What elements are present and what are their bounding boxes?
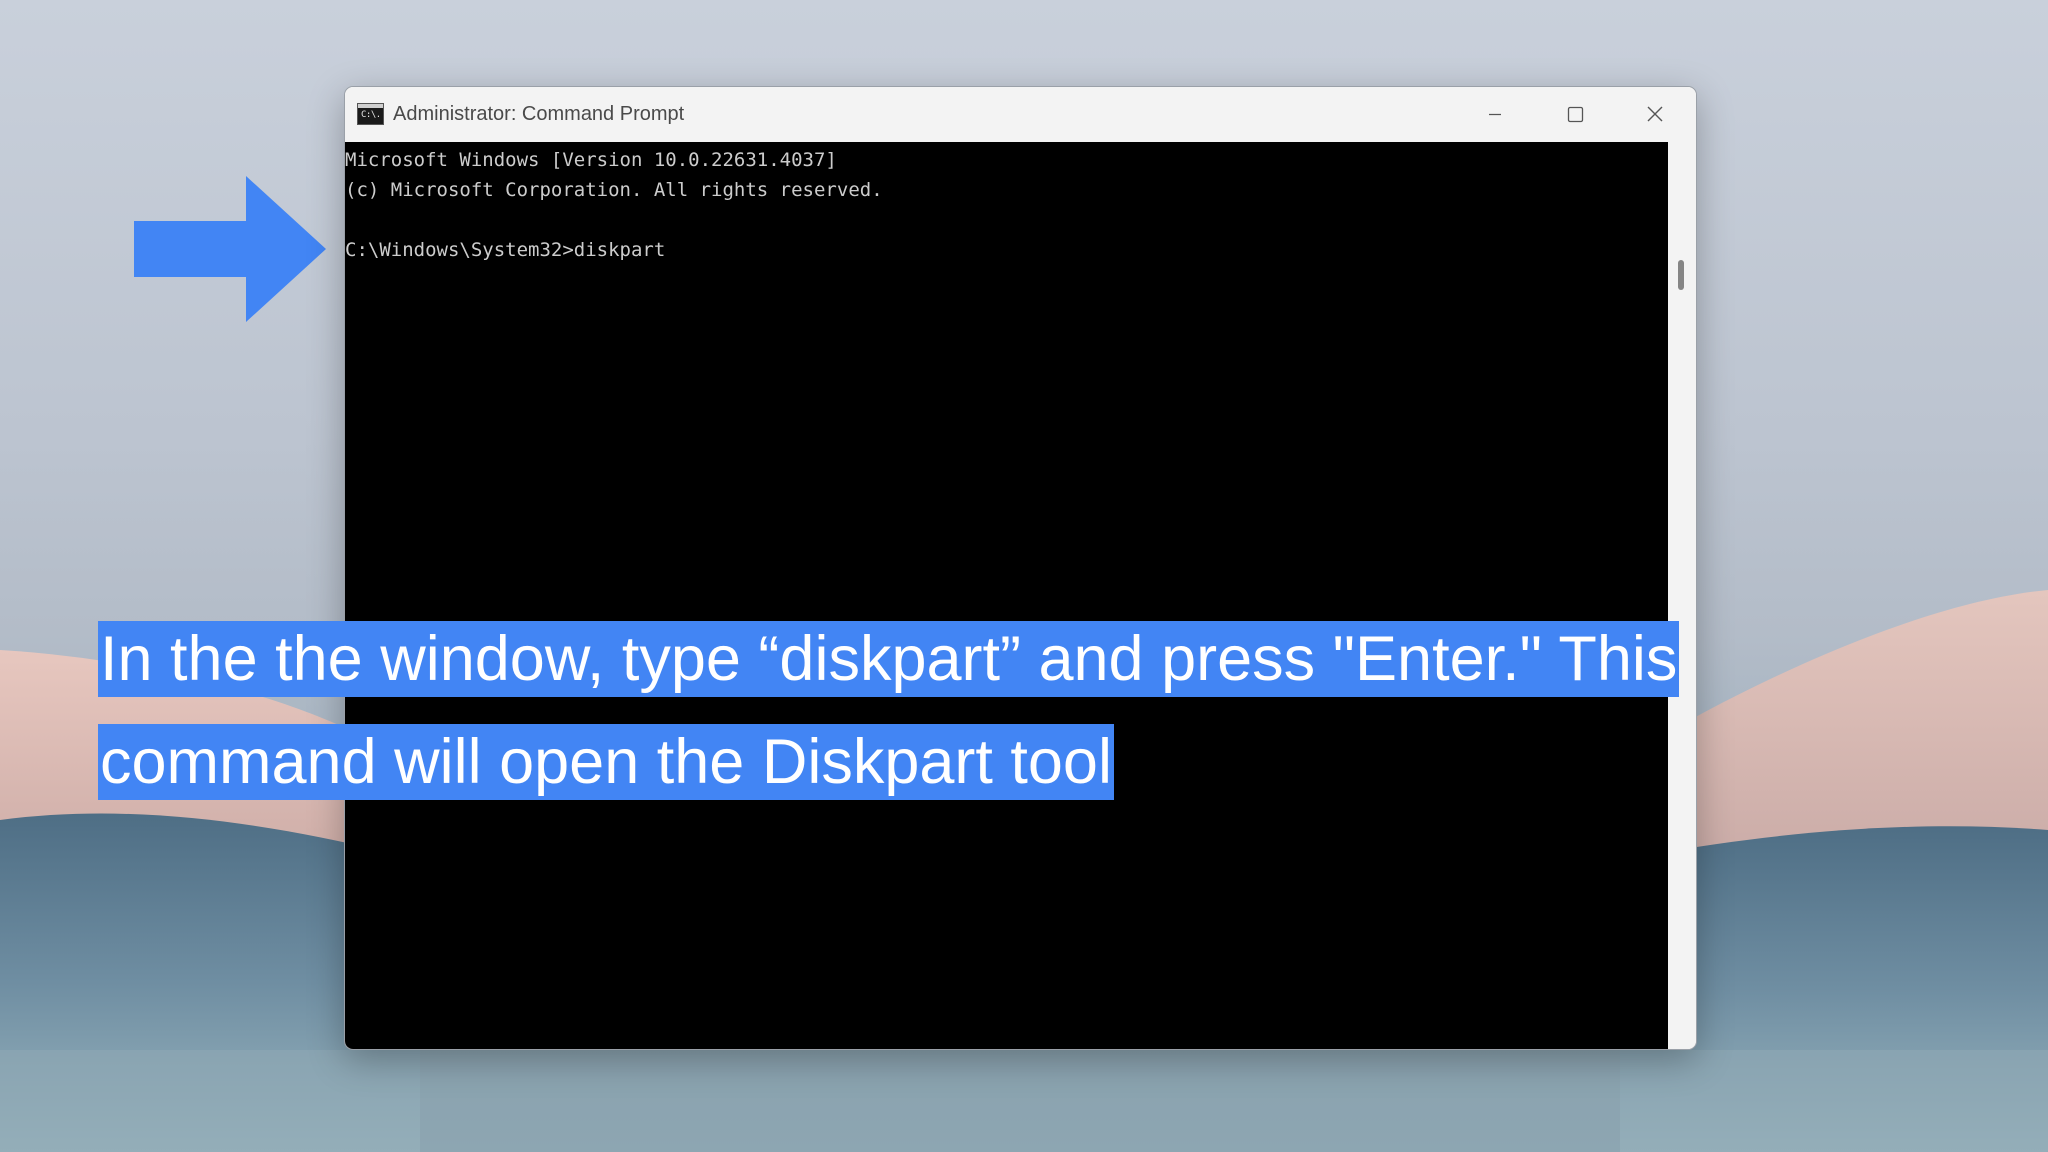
instruction-caption: In the the window, type “diskpart” and p… — [98, 612, 1838, 818]
app-icon-text: C:\. — [361, 110, 381, 120]
console-line: (c) Microsoft Corporation. All rights re… — [345, 179, 883, 201]
title-bar[interactable]: C:\. Administrator: Command Prompt — [345, 87, 1696, 142]
caption-line-2: command will open the Diskpart tool — [98, 724, 1114, 800]
minimize-icon — [1489, 113, 1501, 116]
scrollbar-thumb[interactable] — [1678, 260, 1684, 290]
close-button[interactable] — [1615, 87, 1695, 142]
close-icon — [1647, 106, 1663, 122]
vertical-scrollbar[interactable] — [1668, 142, 1696, 1049]
maximize-button[interactable] — [1535, 87, 1615, 142]
console-output[interactable]: Microsoft Windows [Version 10.0.22631.40… — [345, 142, 1668, 1049]
command-prompt-icon: C:\. — [357, 103, 384, 125]
minimize-button[interactable] — [1455, 87, 1535, 142]
right-arrow-icon — [134, 176, 326, 322]
caption-line-1: In the the window, type “diskpart” and p… — [98, 621, 1680, 697]
command-line: C:\Windows\System32>diskpart — [345, 239, 666, 261]
window-title: Administrator: Command Prompt — [393, 103, 685, 125]
command-prompt-window[interactable]: C:\. Administrator: Command Prompt Micro… — [344, 86, 1697, 1050]
maximize-icon — [1567, 106, 1584, 123]
console-line: Microsoft Windows [Version 10.0.22631.40… — [345, 149, 837, 171]
